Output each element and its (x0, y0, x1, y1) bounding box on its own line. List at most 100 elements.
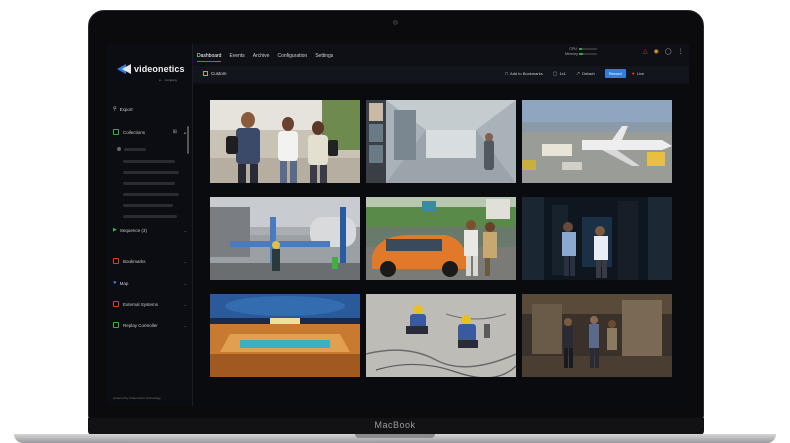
collection-folder[interactable] (117, 147, 193, 151)
tab-archive[interactable]: Archive (253, 53, 270, 62)
layout-label: Custom (211, 71, 227, 76)
camera-tile-office-lobby[interactable] (522, 294, 672, 377)
chevron-down-icon[interactable]: ⌄ (184, 302, 187, 307)
add-bookmark-label: Add to Bookmarks (510, 71, 543, 76)
app-logo: videonetics (117, 62, 185, 76)
sidebar-item-label: Collections (123, 129, 146, 135)
live-dot-icon: ● (631, 70, 635, 77)
more-icon[interactable]: ⋮ (678, 48, 684, 55)
collection-item-blurred[interactable] (123, 182, 175, 185)
ratio-icon: ▢ (552, 70, 558, 77)
chevron-down-icon[interactable]: ⌄ (184, 323, 187, 328)
record-button[interactable]: Record (604, 69, 626, 78)
tab-dashboard[interactable]: Dashboard (197, 53, 222, 62)
detach-button[interactable]: ↗ Detach (576, 71, 595, 77)
sidebar: videonetics a ... company ⚲ Export Colle… (107, 44, 193, 406)
sidebar-item-export[interactable]: ⚲ Export (113, 106, 189, 112)
camera-tile-industrial[interactable] (210, 197, 360, 280)
top-bar: Dashboard Events Archive Configuration S… (193, 44, 689, 64)
live-button[interactable]: ● Live (632, 71, 644, 77)
sidebar-item-label: Export (119, 106, 133, 112)
ratio-button[interactable]: ▢ 1x1 (553, 71, 566, 77)
view-toolbar: Custom □ Add to Bookmarks ▢ 1x1 ↗ Detach… (193, 66, 689, 82)
cpu-fill (579, 48, 583, 50)
add-collection-icon[interactable]: ⊞ (173, 129, 177, 135)
folder-dot-icon (117, 147, 121, 151)
sidebar-item-label: Sequence (3) (119, 227, 147, 233)
sidebar-item-map[interactable]: ● Map ⌄ (113, 280, 189, 286)
video-feed (366, 100, 516, 183)
sidebar-item-collections[interactable]: Collections ⊞ ▲ (113, 129, 189, 135)
chevron-down-icon[interactable]: ⌄ (184, 259, 187, 264)
memory-label: Memory (565, 52, 578, 56)
logo-subtext: a ... company (159, 78, 178, 82)
external-systems-icon (113, 301, 119, 307)
logo-text: videonetics (134, 64, 185, 74)
memory-meter: Memory (565, 52, 599, 56)
video-feed (210, 100, 360, 183)
cpu-label: CPU (569, 47, 577, 51)
live-label: Live (636, 71, 645, 76)
collection-item-blurred[interactable] (123, 171, 179, 174)
alert-icon[interactable]: △ (643, 48, 648, 55)
search-icon: ⚲ (113, 106, 117, 112)
layout-selector[interactable]: Custom (203, 71, 227, 76)
sidebar-item-replay-controller[interactable]: Replay Controller ⌄ (113, 322, 189, 328)
add-bookmark-button[interactable]: □ Add to Bookmarks (505, 71, 543, 77)
video-feed (522, 100, 672, 183)
bookmark-add-icon: □ (505, 70, 509, 77)
sidebar-item-bookmarks[interactable]: Bookmarks ⌄ (113, 258, 189, 264)
camera-tile-airport[interactable] (522, 100, 672, 183)
video-feed (210, 197, 360, 280)
system-meters: CPU Memory (565, 47, 599, 57)
sequence-icon: ▶ (113, 227, 117, 233)
camera-tile-server-room[interactable] (522, 197, 672, 280)
video-feed (522, 294, 672, 377)
app-screen: videonetics a ... company ⚲ Export Colle… (107, 44, 689, 406)
camera-grid (193, 84, 689, 406)
video-feed (366, 197, 516, 280)
video-feed (366, 294, 516, 377)
sidebar-item-label: Replay Controller (123, 322, 158, 328)
sidebar-scrollbar[interactable] (187, 126, 189, 154)
sidebar-item-label: External Systems (123, 301, 159, 307)
sidebar-item-external-systems[interactable]: External Systems ⌄ (113, 301, 189, 307)
collection-item-blurred[interactable] (123, 160, 175, 163)
toolbar-actions: □ Add to Bookmarks ▢ 1x1 ↗ Detach Record… (505, 69, 654, 78)
camera-tile-students[interactable] (210, 100, 360, 183)
laptop-mockup: videonetics a ... company ⚲ Export Colle… (0, 0, 790, 443)
replay-icon (113, 322, 119, 328)
collection-item-blurred[interactable] (123, 215, 177, 218)
camera-tile-corridor[interactable] (366, 100, 516, 183)
sidebar-item-sequence[interactable]: ▶ Sequence (3) ⌄ (113, 227, 189, 233)
chevron-down-icon[interactable]: ⌄ (184, 281, 187, 286)
camera-tile-stadium[interactable] (210, 294, 360, 377)
detach-label: Detach (582, 71, 595, 76)
bookmark-icon (113, 258, 119, 264)
device-label: MacBook (374, 420, 416, 430)
memory-fill (579, 53, 583, 55)
sidebar-item-label: Bookmarks (123, 258, 146, 264)
chevron-down-icon[interactable]: ⌄ (184, 228, 187, 233)
collection-item-blurred[interactable] (123, 193, 179, 196)
detach-icon: ↗ (575, 70, 581, 77)
collection-item-blurred[interactable] (123, 204, 173, 207)
ratio-label: 1x1 (559, 71, 566, 76)
video-feed (522, 197, 672, 280)
video-feed (210, 294, 360, 377)
layout-grid-icon (203, 71, 208, 76)
camera-tile-traffic[interactable] (366, 197, 516, 280)
collections-icon (113, 129, 119, 135)
notification-icon[interactable]: ◉ (654, 48, 659, 55)
top-icons: △ ◉ ◯ ⋮ (643, 48, 689, 55)
laptop-notch (355, 434, 435, 438)
main-tabs: Dashboard Events Archive Configuration S… (197, 53, 341, 62)
sidebar-footer: powered by Videonetics Technology (113, 396, 161, 400)
logo-icon (117, 62, 131, 76)
tab-settings[interactable]: Settings (315, 53, 333, 62)
cpu-meter: CPU (565, 47, 599, 51)
user-icon[interactable]: ◯ (665, 48, 672, 55)
tab-configuration[interactable]: Configuration (277, 53, 307, 62)
camera-tile-construction[interactable] (366, 294, 516, 377)
tab-events[interactable]: Events (229, 53, 244, 62)
